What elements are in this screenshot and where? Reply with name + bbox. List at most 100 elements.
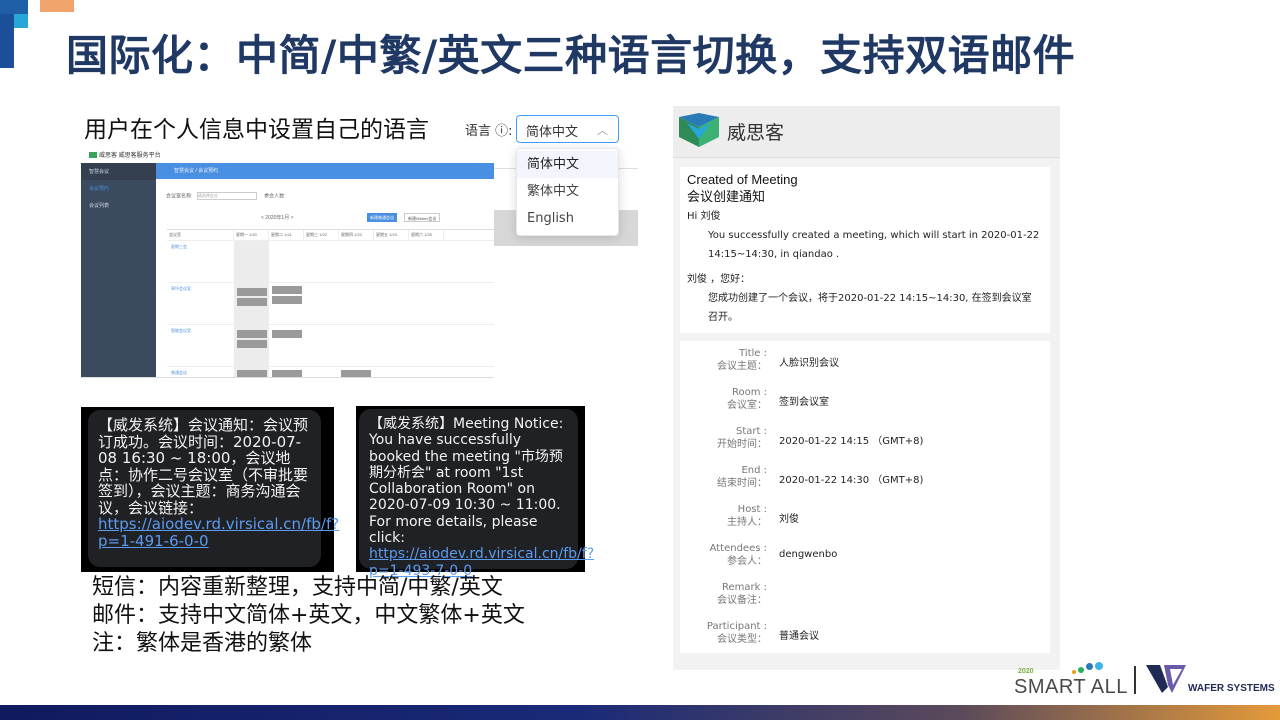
sidebar-item-meeting[interactable]: 智慧会议 <box>81 163 156 180</box>
sms-cn-bubble: 【威发系统】会议通知：会议预订成功。会议时间：2020-07-08 16:30 … <box>88 410 339 567</box>
virsical-logo-icon <box>679 113 719 147</box>
field-label-en: Attendees : <box>709 543 767 554</box>
email-greeting-cn: 刘俊 ，您好： <box>687 274 751 285</box>
column-header: 星期四 1/23 <box>339 230 374 240</box>
page-title: 国际化：中简/中繁/英文三种语言切换，支持双语邮件 <box>66 31 1076 80</box>
smart-year: 2020 <box>1018 668 1034 675</box>
admin-brand: 威思客 威思客服务平台 <box>89 150 161 159</box>
date-nav[interactable]: < 2020年1月 > <box>261 214 294 221</box>
admin-sidebar: 智慧会议 会议预约 会议列表 <box>81 163 156 377</box>
event-block[interactable] <box>237 298 267 306</box>
email-body-cn: 您成功创建了一个会议，将于2020-01-22 14:15~14:30, 在签到… <box>708 293 1032 323</box>
field-title-value: 人脸识别会议 <box>779 358 839 369</box>
field-label-cn: 会议备注： <box>717 595 767 606</box>
grid-line <box>167 366 494 367</box>
field-label-cn: 主持人： <box>727 517 767 528</box>
admin-brand-text: 威思客 威思客服务平台 <box>99 153 161 159</box>
highlight-column <box>234 241 269 377</box>
field-end-label: End : 结束时间： <box>680 464 767 490</box>
field-attendees-label: Attendees : 参会人： <box>680 542 767 568</box>
sms-cn-text: 【威发系统】会议通知：会议预订成功。会议时间：2020-07-08 16:30 … <box>98 416 309 517</box>
breadcrumb: 智慧会议 / 会议预约 <box>174 168 219 174</box>
admin-screenshot: 威思客 威思客服务平台 智慧会议 会议预约 会议列表 智慧会议 / 会议预约 会… <box>81 145 494 378</box>
language-dropdown-menu: 简体中文 繁体中文 English <box>516 148 619 236</box>
language-select[interactable]: 简体中文 ︿ <box>516 115 619 143</box>
new-meeting-button[interactable]: 新建普通会议 <box>367 213 397 222</box>
wafer-systems-text: WAFER SYSTEMS <box>1188 683 1275 694</box>
smart-all-logo: 2020 SMART ALL <box>1014 662 1127 702</box>
column-header: 星期二 1/21 <box>269 230 304 240</box>
column-header: 星期五 1/24 <box>374 230 409 240</box>
sms-cn-link[interactable]: https://aiodev.rd.virsical.cn/fb/f?p=1-4… <box>98 515 339 550</box>
field-label-en: Start : <box>736 426 767 437</box>
sms-en-bubble: 【威发系统】Meeting Notice: You have successfu… <box>359 409 594 579</box>
field-host-value: 刘俊 <box>779 514 799 525</box>
field-participant-label: Participant : 会议类型： <box>680 620 767 646</box>
new-webex-button[interactable]: 新建Webex会议 <box>404 213 441 222</box>
field-label-en: End : <box>741 465 767 476</box>
language-option-simplified[interactable]: 简体中文 <box>517 151 618 178</box>
field-attendees-value: dengwenbo <box>779 549 838 560</box>
email-body-en: You successfully created a meeting, whic… <box>708 230 1040 260</box>
column-header: 星期三 1/22 <box>304 230 339 240</box>
room-filter-label: 会议室名称: <box>166 193 193 200</box>
event-block[interactable] <box>272 370 302 377</box>
language-selected-value: 简体中文 <box>526 125 579 140</box>
field-room-label: Room : 会议室： <box>680 386 767 412</box>
language-option-traditional[interactable]: 繁体中文 <box>517 178 618 205</box>
room-name[interactable]: 星期三会 <box>171 244 187 250</box>
sms-en-text: 【威发系统】Meeting Notice: You have successfu… <box>369 416 564 547</box>
field-title-label: Title : 会议主题： <box>680 347 767 373</box>
event-block[interactable] <box>272 330 302 338</box>
field-start-value: 2020-01-22 14:15 （GMT+8) <box>779 436 924 447</box>
chevron-up-icon: ︿ <box>597 124 608 137</box>
field-host-label: Host : 主持人： <box>680 503 767 529</box>
language-option-english[interactable]: English <box>517 205 618 232</box>
event-block[interactable] <box>237 340 267 348</box>
room-name[interactable]: 普通会议 <box>171 370 187 376</box>
event-block[interactable] <box>237 370 267 377</box>
subtitle: 用户在个人信息中设置自己的语言 <box>84 117 429 143</box>
email-preview: 威思客 Created of Meeting 会议创建通知 Hi 刘俊 You … <box>673 106 1060 670</box>
field-label-cn: 会议主题： <box>717 361 767 372</box>
event-block[interactable] <box>237 330 267 338</box>
grid-line <box>167 240 494 241</box>
logo-dot <box>1095 662 1103 670</box>
room-name[interactable]: 智能会议室 <box>171 328 191 334</box>
logo-divider <box>1134 666 1136 694</box>
corner-decoration <box>40 0 74 12</box>
email-details-card: Title : 会议主题： 人脸识别会议 Room : 会议室： 签到会议室 Sta… <box>680 341 1050 653</box>
corner-decoration <box>0 14 14 68</box>
column-header: 星期一 1/20 <box>234 230 269 240</box>
notes: 短信：内容重新整理，支持中简/中繁/英文 邮件：支持中文简体+英文，中文繁体+英… <box>92 574 525 658</box>
sidebar-item-booking[interactable]: 会议预约 <box>81 180 156 197</box>
field-label-en: Title : <box>739 348 767 359</box>
room-name[interactable]: 草坪会议室 <box>171 286 191 292</box>
sidebar-item-list[interactable]: 会议列表 <box>81 197 156 214</box>
booking-grid: 会议室 星期一 1/20 星期二 1/21 星期三 1/22 星期四 1/23 … <box>167 229 494 377</box>
room-filter-input[interactable]: 请选择会议 <box>196 192 257 200</box>
logo-dot <box>1072 670 1076 674</box>
grid-line <box>167 324 494 325</box>
sms-cn-screenshot: 【威发系统】会议通知：会议预订成功。会议时间：2020-07-08 16:30 … <box>81 407 339 572</box>
event-block[interactable] <box>341 370 371 377</box>
email-brand: 威思客 <box>727 122 785 144</box>
corner-decoration <box>14 14 28 28</box>
field-label-en: Participant : <box>706 621 767 632</box>
email-message-card: Created of Meeting 会议创建通知 Hi 刘俊 You succ… <box>680 167 1050 333</box>
email-header: 威思客 <box>673 106 1060 158</box>
field-label-en: Room : <box>731 387 767 398</box>
field-remark-label: Remark : 会议备注： <box>680 581 767 607</box>
field-label-cn: 会议类型： <box>717 634 767 645</box>
sms-en-screenshot: 【威发系统】Meeting Notice: You have successfu… <box>356 406 594 579</box>
note-sms: 短信：内容重新整理，支持中简/中繁/英文 <box>92 575 503 600</box>
event-block[interactable] <box>272 286 302 294</box>
smart-all-text: SMART ALL <box>1014 676 1128 698</box>
event-block[interactable] <box>272 296 302 304</box>
field-label-en: Host : <box>737 504 767 515</box>
event-block[interactable] <box>237 288 267 296</box>
field-end-value: 2020-01-22 14:30 （GMT+8) <box>779 475 924 486</box>
corner-decoration <box>0 0 28 14</box>
column-header: 会议室 <box>167 230 234 240</box>
field-label-en: Remark : <box>722 582 767 593</box>
